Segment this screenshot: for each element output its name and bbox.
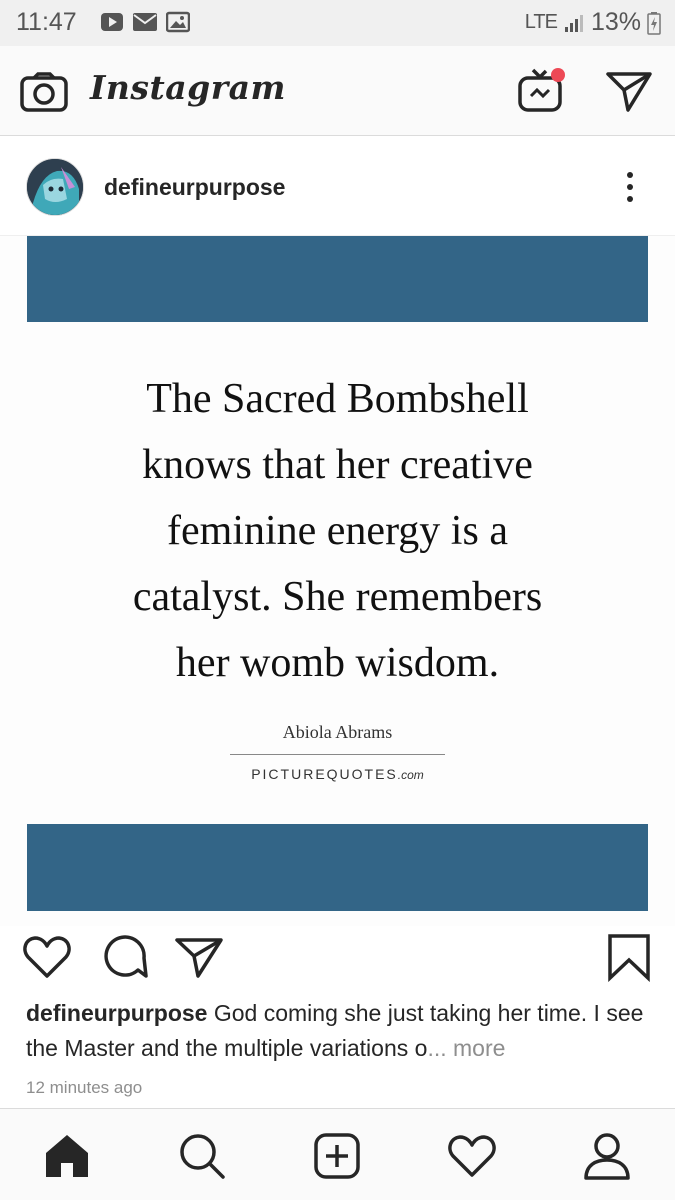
like-heart-icon[interactable] [22,932,72,982]
instagram-logo: Instagram [90,68,286,107]
search-icon[interactable] [177,1131,227,1181]
status-bar: 11:47 LTE 13% [0,0,675,46]
post-timestamp: 12 minutes ago [26,1078,143,1097]
more-link[interactable]: more [453,1035,505,1061]
quote-line: The Sacred Bombshell [146,376,529,422]
mail-icon [132,11,158,33]
youtube-icon [100,11,124,33]
notification-dot [551,68,565,82]
share-icon[interactable] [174,932,224,982]
image-band-top [27,236,648,322]
post-caption: defineurpurpose God coming she just taki… [26,996,656,1066]
quote-divider [230,754,445,755]
bottom-navigation [0,1108,675,1200]
source-main: PICTUREQUOTES [251,766,398,782]
home-icon[interactable] [42,1131,92,1181]
image-band-bottom [27,824,648,911]
comment-icon[interactable] [100,932,150,982]
app-header: Instagram [0,46,675,136]
gallery-icon [166,11,190,33]
direct-message-icon[interactable] [604,68,654,114]
add-post-icon[interactable] [312,1131,362,1181]
quote-text: The Sacred Bombshell knows that her crea… [60,366,615,696]
post-actions [0,926,675,992]
status-right: LTE 13% [525,8,661,37]
quote-line: catalyst. She remembers [132,574,543,620]
quote-source: PICTUREQUOTES.com [230,766,445,782]
status-time: 11:47 [16,8,77,36]
notification-icons [100,11,190,33]
post-username[interactable]: defineurpurpose [104,174,285,201]
battery-icon [647,11,661,35]
source-suffix: .com [397,768,424,782]
quote-line: knows that her creative [142,442,533,488]
post-image[interactable]: The Sacred Bombshell knows that her crea… [0,236,675,926]
caption-username[interactable]: defineurpurpose [26,1000,207,1026]
post-header: defineurpurpose [0,136,675,236]
network-label: LTE [524,11,558,33]
camera-icon[interactable] [20,72,68,112]
caption-ellipsis: ... [427,1035,453,1061]
avatar[interactable] [26,158,84,216]
quote-author: Abiola Abrams [282,722,393,742]
profile-icon[interactable] [582,1131,632,1181]
battery-percent: 13% [590,8,641,36]
quote-line: feminine energy is a [167,508,508,554]
more-options-icon[interactable] [616,170,644,206]
bookmark-icon[interactable] [604,932,654,982]
signal-icon [563,12,585,34]
activity-heart-icon[interactable] [447,1131,497,1181]
quote-line: her womb wisdom. [175,640,500,686]
igtv-icon[interactable] [516,66,568,118]
